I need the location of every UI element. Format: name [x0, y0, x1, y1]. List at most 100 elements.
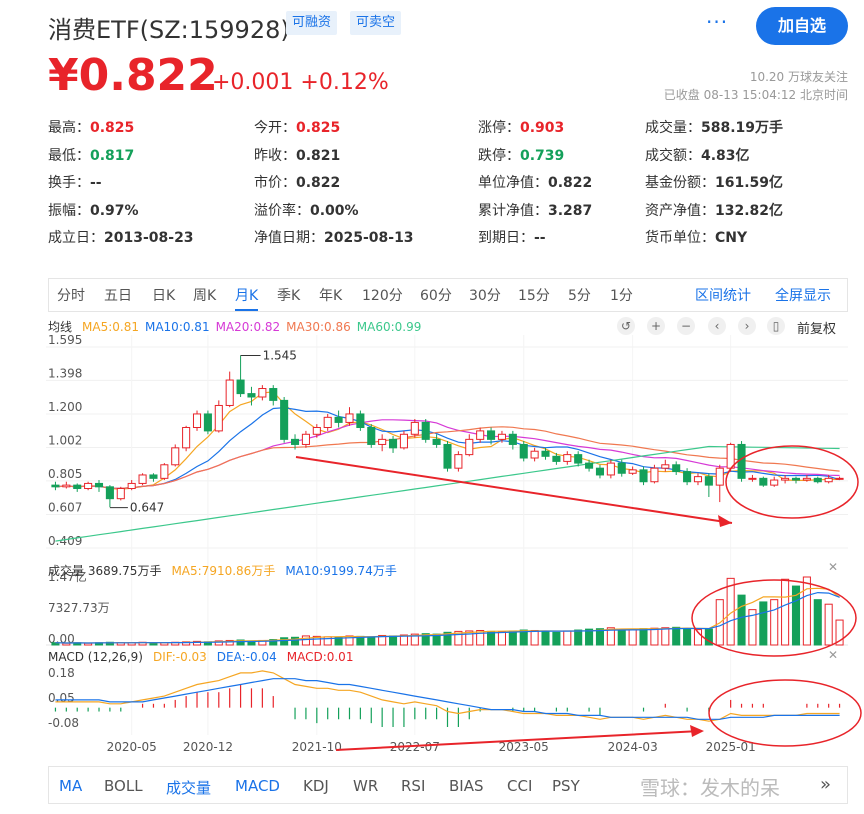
tab-2[interactable]: 日K [152, 285, 175, 305]
legend-item: MA20:0.82 [215, 320, 281, 334]
more-icon[interactable]: ··· [706, 10, 728, 34]
time-tick-label: 2024-03 [608, 740, 658, 754]
candle-body [530, 450, 539, 459]
pan-left-icon[interactable]: ‹ [708, 317, 726, 335]
quote-value: 0.825 [90, 120, 135, 136]
legend-item: MACD:0.01 [286, 650, 354, 664]
candle-body [715, 467, 724, 486]
quote-value: 0.739 [520, 147, 565, 164]
quote-label: 振幅： [48, 202, 90, 219]
indicator-cci[interactable]: CCI [507, 777, 532, 795]
quote-label: 成交额： [645, 147, 701, 164]
quote-value: 0.822 [548, 175, 593, 191]
candle-body [410, 421, 419, 435]
quote-col1-row-2: 换手：-- [48, 172, 102, 192]
volume-bar [683, 628, 692, 646]
tab-11[interactable]: 5分 [568, 285, 591, 305]
watermark: 雪球：发木的呆 [640, 776, 780, 800]
tab-7[interactable]: 120分 [362, 285, 403, 305]
quote-col4-row-0: 成交量：588.19万手 [645, 117, 783, 137]
candle-body [214, 404, 223, 432]
quote-col3-row-0: 涨停：0.903 [478, 117, 564, 137]
candle-body [290, 438, 300, 445]
indicator-wr[interactable]: WR [353, 777, 378, 795]
tab-8[interactable]: 60分 [420, 285, 452, 305]
tab-5[interactable]: 季K [277, 285, 300, 305]
quote-col3-row-1: 跌停：0.739 [478, 145, 564, 165]
quote-label: 涨停： [478, 120, 520, 136]
quote-col2-row-2: 市价：0.822 [254, 172, 340, 192]
macd-tick-label: 0.18 [48, 666, 75, 680]
candle-body [617, 462, 626, 474]
indicator-rsi[interactable]: RSI [401, 777, 425, 795]
candle-body [94, 482, 104, 488]
candle-body [105, 486, 114, 500]
close-volume-icon[interactable]: ✕ [828, 560, 838, 574]
close-macd-icon[interactable]: ✕ [828, 648, 838, 662]
market-status: 已收盘 08-13 15:04:12 北京时间 [663, 88, 848, 102]
candle-body [541, 450, 550, 457]
quote-value: 0.00% [310, 202, 359, 219]
tab-1[interactable]: 五日 [104, 285, 132, 305]
volume-bar [759, 601, 768, 646]
current-price: ¥0.822 [48, 50, 218, 101]
quote-value: CNY [715, 230, 748, 246]
candle-body [574, 454, 583, 464]
volume-tick-label: 7327.73万 [48, 601, 110, 615]
range-stats-link[interactable]: 区间统计 [695, 285, 751, 305]
volume-bar [639, 628, 648, 646]
quote-col2-row-1: 昨收：0.821 [254, 145, 340, 165]
indicator-next-icon[interactable]: » [820, 774, 831, 795]
candle-body [323, 416, 332, 429]
candle-body [813, 477, 822, 483]
candle-body [552, 455, 561, 462]
tab-12[interactable]: 1分 [610, 285, 633, 305]
price-tick-label: 0.805 [48, 467, 82, 481]
candle-body [367, 427, 376, 445]
indicator-bias[interactable]: BIAS [449, 777, 484, 795]
tab-0[interactable]: 分时 [57, 285, 85, 305]
candle-body [236, 379, 245, 395]
candle-body [247, 393, 256, 398]
legend-label: 均线 [48, 320, 73, 334]
add-watchlist-button[interactable]: 加自选 [756, 7, 848, 45]
candle-body [454, 454, 463, 469]
candle-body [389, 438, 398, 449]
macd-tick-label: 0.05 [48, 691, 75, 705]
indicator-kdj[interactable]: KDJ [303, 777, 329, 795]
quote-value: 0.822 [296, 175, 341, 191]
kline-chart[interactable]: 1.595 1.398 1.200 1.002 0.805 0.607 0.409 2020-… [0, 335, 864, 760]
zoom-out-icon[interactable]: − [677, 317, 695, 335]
reset-icon[interactable]: ↺ [617, 317, 635, 335]
candle-body [225, 379, 234, 406]
indicator-ma[interactable]: MA [59, 777, 82, 795]
tab-10[interactable]: 15分 [518, 285, 550, 305]
pan-right-icon[interactable]: › [738, 317, 756, 335]
indicator-boll[interactable]: BOLL [104, 777, 143, 795]
indicator-macd[interactable]: MACD [235, 777, 280, 795]
quote-col4-row-2: 基金份额：161.59亿 [645, 172, 783, 192]
quote-label: 跌停： [478, 147, 520, 164]
tab-3[interactable]: 周K [193, 285, 216, 305]
tab-4[interactable]: 月K [235, 285, 259, 311]
tab-6[interactable]: 年K [319, 285, 342, 305]
trend-arrowhead [718, 515, 732, 527]
quote-col2-row-0: 今开：0.825 [254, 117, 340, 137]
zoom-in-icon[interactable]: + [647, 317, 665, 335]
candle-body [563, 454, 572, 462]
quote-col1-row-0: 最高：0.825 [48, 117, 134, 137]
quote-col3-row-2: 单位净值：0.822 [478, 172, 592, 192]
quote-value: 588.19万手 [701, 120, 784, 136]
legend-item: MA60:0.99 [356, 320, 422, 334]
candle-body [465, 438, 474, 456]
candle-body [73, 484, 82, 490]
volume-bar [661, 627, 670, 646]
indicator-psy[interactable]: PSY [552, 777, 580, 795]
max-label: 1.545 [263, 348, 297, 362]
candle-body [497, 433, 506, 440]
fullscreen-link[interactable]: 全屏显示 [775, 285, 831, 305]
indicator-成交量[interactable]: 成交量 [166, 777, 211, 798]
tab-9[interactable]: 30分 [469, 285, 501, 305]
candle-type-icon[interactable]: ▯ [767, 317, 785, 335]
price-tick-label: 0.409 [48, 534, 82, 548]
